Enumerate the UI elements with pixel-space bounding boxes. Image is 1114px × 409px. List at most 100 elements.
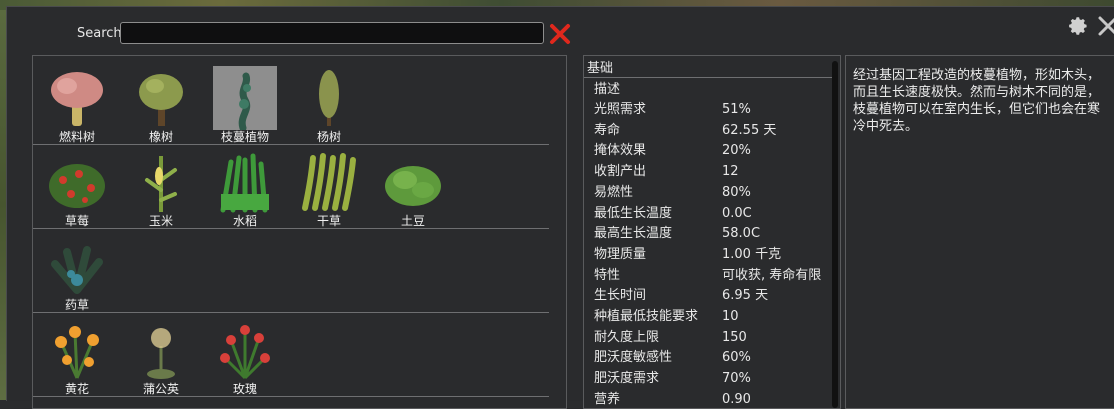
stat-value: 10	[722, 309, 739, 324]
stat-row[interactable]: 耐久度上限 150	[584, 328, 830, 348]
stat-label: 肥沃度需求	[594, 371, 660, 387]
stat-value: 0.90	[722, 391, 751, 407]
stat-row[interactable]: 最高生长温度 58.0C	[584, 224, 830, 244]
stat-label: 掩体效果	[594, 143, 647, 159]
stat-label: 肥沃度敏感性	[594, 350, 673, 366]
stat-row[interactable]: 肥沃度需求 70%	[584, 369, 830, 389]
stat-label: 物理质量	[594, 246, 647, 262]
plant-name: 杨树	[316, 130, 341, 144]
stat-row[interactable]: 收割产出 12	[584, 162, 830, 182]
plant-cell-poplar[interactable]: 杨树	[285, 60, 369, 144]
plant-name: 蒲公英	[142, 382, 179, 396]
stat-row[interactable]: 生长时间 6.95 天	[584, 286, 830, 306]
stat-row[interactable]: 特性 可收获, 寿命有限	[584, 266, 830, 286]
plant-cell-fuel-tree[interactable]: 燃料树	[33, 60, 117, 144]
plant-cell-rose[interactable]: 玫瑰	[201, 312, 285, 396]
stat-row[interactable]: 肥沃度敏感性 60%	[584, 348, 830, 368]
search-input[interactable]	[120, 22, 544, 44]
stat-row[interactable]: 寿命 62.55 天	[584, 121, 830, 141]
stat-row[interactable]: 物理质量 1.00 千克	[584, 245, 830, 265]
plant-cell-corn[interactable]: 玉米	[117, 144, 201, 228]
potato-icon	[385, 166, 441, 206]
vine-plant-icon	[213, 66, 277, 130]
plant-list-panel: 燃料树 橡树 枝蔓植物 杨树 草莓 玉米 水稻 干草 土豆 药草 黄花 蒲公英 …	[32, 55, 567, 409]
stats-panel: 基础 描述 光照需求 51% 寿命 62.55 天掩体效果 20% 收割产出 12 易燃性 80…	[583, 55, 841, 409]
stat-value: 70%	[722, 371, 751, 387]
clear-search-icon[interactable]	[549, 23, 571, 45]
stat-row[interactable]: 最低生长温度 0.0C	[584, 204, 830, 224]
stat-row[interactable]: 掩体效果 20%	[584, 141, 830, 161]
plant-name: 水稻	[232, 214, 257, 228]
plant-name: 黄花	[64, 382, 89, 396]
stat-value: 80%	[722, 184, 751, 200]
stat-value: 0.0C	[722, 205, 752, 221]
rice-icon	[220, 153, 269, 213]
plant-cell-vine-plant[interactable]: 枝蔓植物	[201, 60, 285, 144]
search-label: Search	[77, 26, 122, 41]
stat-row[interactable]: 种植最低技能要求 10	[584, 307, 830, 327]
stat-label: 种植最低技能要求	[594, 309, 699, 324]
fuel-tree-icon	[51, 72, 103, 126]
plant-row: 草莓 玉米 水稻 干草 土豆	[33, 144, 549, 229]
stat-value: 12	[722, 164, 739, 180]
description-text: 经过基因工程改造的枝蔓植物，形如木头，而且生长速度极快。然而与树木不同的是，枝蔓…	[853, 68, 1101, 134]
plant-name: 燃料树	[58, 130, 95, 144]
stat-row-description[interactable]: 描述	[584, 80, 830, 100]
stat-label: 特性	[594, 267, 621, 283]
stat-label: 描述	[594, 82, 621, 97]
plant-name: 橡树	[148, 130, 173, 144]
stat-label: 耐久度上限	[594, 329, 660, 345]
plant-name: 草莓	[64, 214, 89, 228]
dandelion-icon	[147, 328, 175, 379]
plant-row: 燃料树 橡树 枝蔓植物 杨树	[33, 60, 549, 145]
plant-cell-dandelion[interactable]: 蒲公英	[117, 312, 201, 396]
plant-info-window: Search 燃料树 橡树 枝蔓植物 杨树 草莓 玉米 水稻 干草 土豆 药草 …	[6, 6, 1114, 409]
plant-name: 药草	[64, 298, 89, 312]
stat-label: 营养	[594, 391, 621, 407]
plant-row: 黄花 蒲公英 玫瑰	[33, 312, 549, 397]
plant-name: 干草	[316, 214, 341, 228]
plant-name: 玫瑰	[232, 382, 257, 396]
plant-cell-strawberry[interactable]: 草莓	[33, 144, 117, 228]
stat-value: 可收获, 寿命有限	[722, 267, 822, 283]
stat-row[interactable]: 光照需求 51%	[584, 100, 830, 120]
stat-label: 生长时间	[594, 288, 647, 304]
plant-name: 玉米	[148, 214, 173, 228]
stat-label: 易燃性	[594, 184, 634, 200]
stats-scrollbar[interactable]	[832, 61, 838, 408]
plant-name: 土豆	[400, 214, 425, 228]
plant-cell-rice[interactable]: 水稻	[201, 144, 285, 228]
stat-value: 62.55 天	[722, 122, 777, 138]
rose-icon	[220, 325, 270, 380]
plant-cell-herb[interactable]: 药草	[33, 228, 117, 312]
stat-value: 60%	[722, 350, 751, 366]
description-panel: 经过基因工程改造的枝蔓植物，形如木头，而且生长速度极快。然而与树木不同的是，枝蔓…	[845, 55, 1114, 409]
corn-icon	[145, 156, 177, 212]
plant-cell-daylily[interactable]: 黄花	[33, 312, 117, 396]
hay-icon	[302, 153, 356, 211]
gear-icon[interactable]	[1067, 15, 1089, 37]
plant-name: 枝蔓植物	[220, 130, 269, 144]
strawberry-icon	[49, 164, 105, 208]
poplar-tree-icon	[319, 70, 339, 126]
close-icon[interactable]	[1097, 15, 1114, 37]
stat-value: 1.00 千克	[722, 246, 782, 262]
stat-value: 20%	[722, 143, 751, 159]
stats-header: 基础	[584, 61, 833, 78]
stat-value: 150	[722, 329, 747, 345]
stat-label: 收割产出	[594, 164, 647, 180]
daylily-icon	[55, 326, 99, 379]
herb-icon	[51, 246, 103, 294]
plant-cell-potato[interactable]: 土豆	[369, 144, 453, 228]
stat-row[interactable]: 营养 0.90	[584, 390, 830, 408]
oak-tree-icon	[139, 74, 183, 126]
stat-row[interactable]: 易燃性 80%	[584, 183, 830, 203]
plant-cell-hay[interactable]: 干草	[285, 144, 369, 228]
stat-value: 58.0C	[722, 226, 761, 242]
stat-value: 6.95 天	[722, 288, 769, 304]
stat-label: 最低生长温度	[594, 205, 673, 221]
stat-label: 最高生长温度	[594, 226, 673, 242]
plant-row: 药草	[33, 228, 549, 313]
plant-cell-oak[interactable]: 橡树	[117, 60, 201, 144]
stat-label: 寿命	[594, 122, 621, 138]
